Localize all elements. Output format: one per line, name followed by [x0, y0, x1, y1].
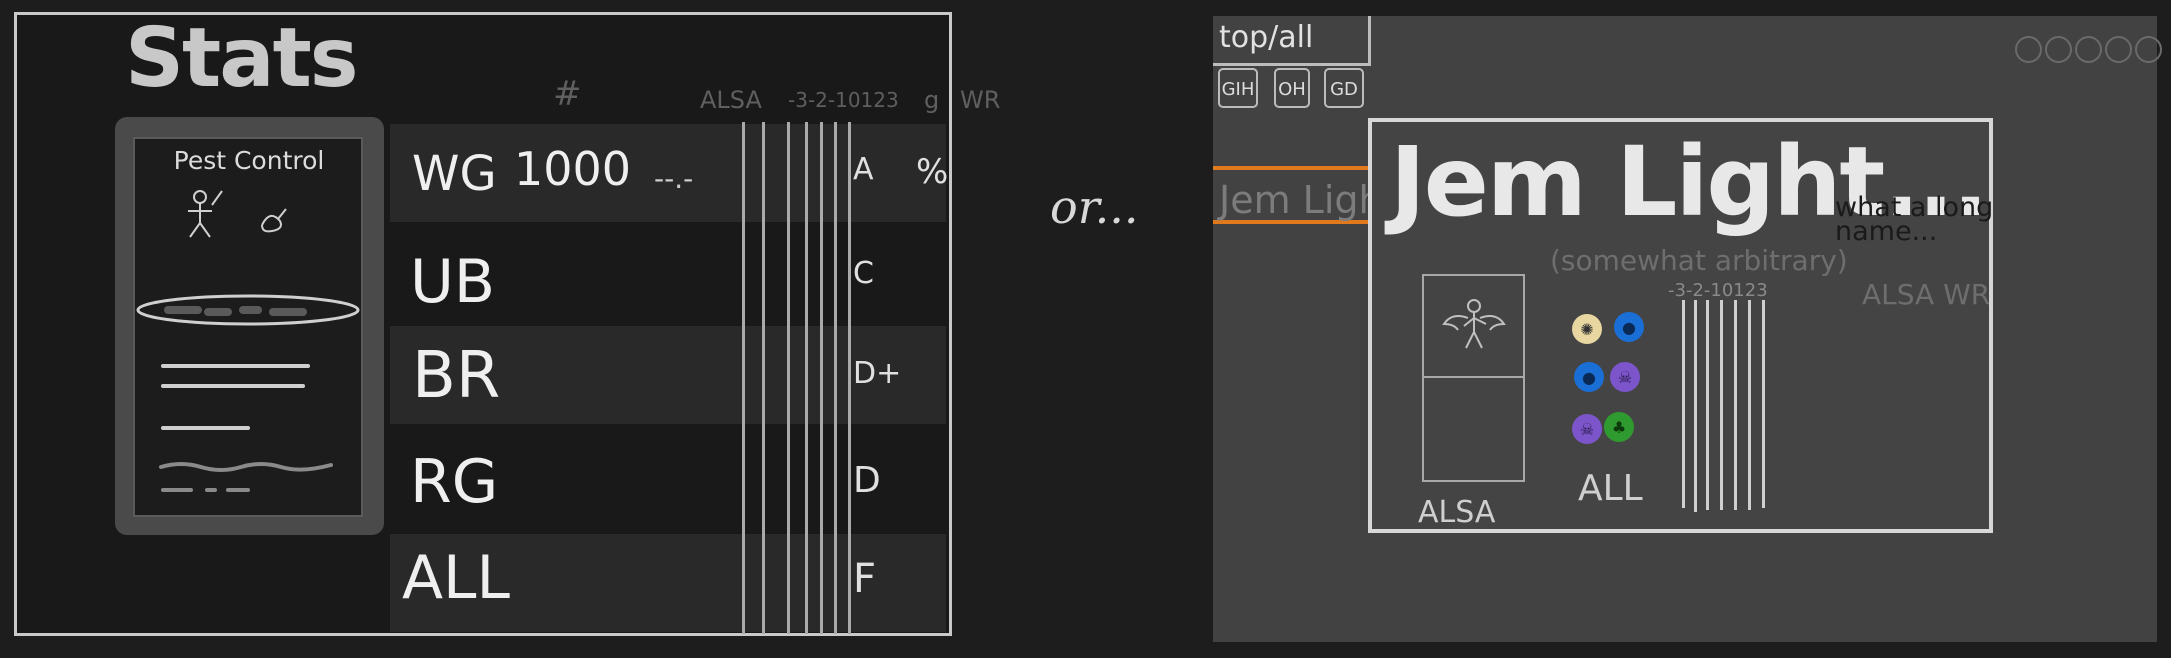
- card-text-lines: [136, 294, 360, 492]
- skull-icon[interactable]: ☠: [1610, 362, 1640, 392]
- card-name: Pest Control: [173, 146, 325, 175]
- scale-header: -3-2-10123: [788, 88, 899, 112]
- row-count: 1000: [514, 142, 632, 196]
- row-grade: D+: [853, 356, 902, 391]
- row-winrate: %: [916, 152, 949, 192]
- row-grade: A: [853, 152, 874, 187]
- row-grade: C: [853, 256, 874, 291]
- deck-label[interactable]: UB: [410, 252, 495, 312]
- separator-text: or...: [1050, 180, 1139, 234]
- angel-icon: [1442, 299, 1506, 349]
- alsa-label: ALSA: [1418, 495, 1496, 530]
- alsa-wr-header: ALSA WR: [1862, 278, 1991, 311]
- row-grade: D: [853, 460, 881, 501]
- all-label: ALL: [1578, 468, 1643, 509]
- deck-label[interactable]: BR: [412, 344, 500, 408]
- scale-label: -3-2-10123: [1668, 280, 1768, 301]
- winrate-header[interactable]: WR: [960, 86, 1000, 114]
- tab-oh[interactable]: OH: [1274, 68, 1310, 108]
- long-name-note: what a long name...: [1835, 192, 1994, 247]
- row-alsa: --.-: [654, 162, 694, 195]
- pagination-dots[interactable]: [2015, 36, 2162, 63]
- card-art-icon: [188, 190, 287, 238]
- count-header[interactable]: #: [553, 74, 582, 114]
- deck-label[interactable]: ALL: [402, 548, 510, 608]
- water-drop-icon[interactable]: ●: [1614, 312, 1644, 342]
- page-title: Stats: [125, 11, 359, 106]
- tree-icon[interactable]: ♣: [1604, 412, 1634, 442]
- water-drop-icon[interactable]: ●: [1574, 362, 1604, 392]
- alsa-header[interactable]: ALSA: [700, 86, 762, 114]
- sun-icon[interactable]: ✺: [1572, 314, 1602, 344]
- tab-gd[interactable]: GD: [1324, 68, 1364, 108]
- grade-header[interactable]: g: [924, 86, 939, 114]
- deck-label[interactable]: WG: [412, 150, 497, 198]
- art-divider: [1424, 376, 1523, 378]
- tab-gih[interactable]: GIH: [1218, 68, 1258, 108]
- card-subtitle: (somewhat arbitrary): [1550, 244, 1848, 277]
- top-all-filter[interactable]: top/all: [1219, 20, 1313, 55]
- selection-top-line: [1213, 166, 1368, 170]
- row-grade: F: [853, 556, 877, 602]
- deck-label[interactable]: RG: [410, 452, 498, 512]
- skull-icon[interactable]: ☠: [1572, 414, 1602, 444]
